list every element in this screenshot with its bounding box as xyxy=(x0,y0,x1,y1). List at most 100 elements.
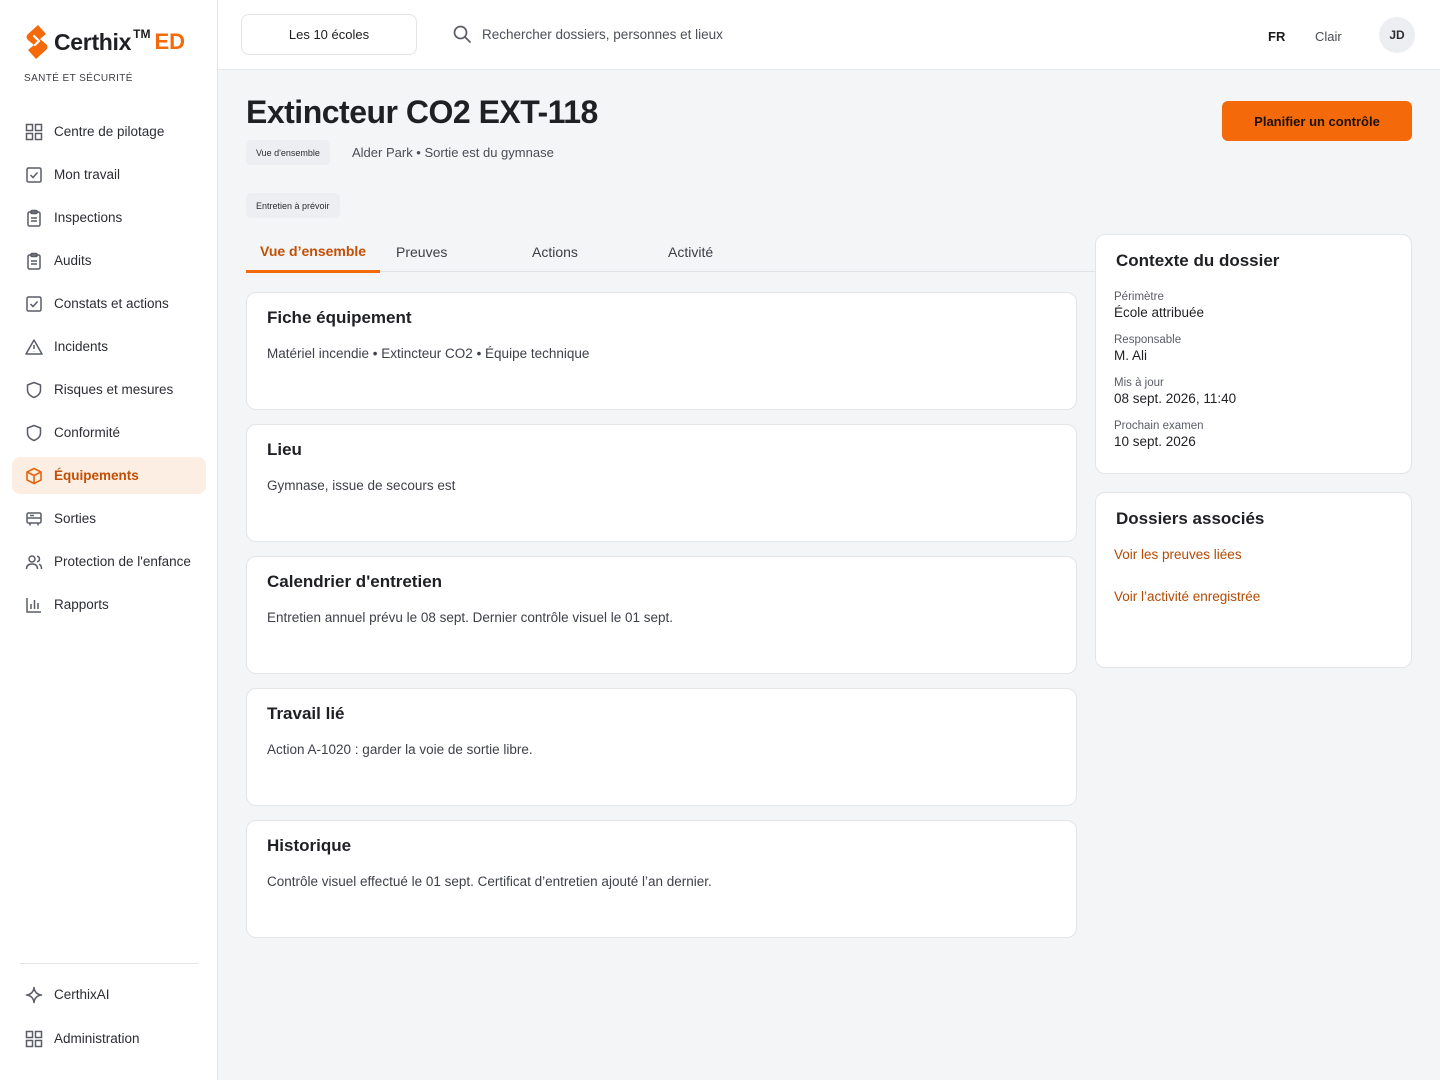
search-input[interactable] xyxy=(482,26,882,42)
avatar[interactable]: JD xyxy=(1379,17,1415,53)
field-value: M. Ali xyxy=(1114,348,1148,363)
tab-evidence[interactable]: Preuves xyxy=(396,232,447,272)
clipboard-icon xyxy=(24,208,44,228)
field-value: 10 sept. 2026 xyxy=(1114,434,1196,449)
view-recorded-activity-link[interactable]: Voir l’activité enregistrée xyxy=(1114,589,1260,604)
scope-selector-button[interactable]: Les 10 écoles xyxy=(241,14,417,55)
sidebar-item-label: Conformité xyxy=(54,425,121,440)
card-title: Lieu xyxy=(267,440,302,459)
field-value: 08 sept. 2026, 11:40 xyxy=(1114,391,1237,406)
box-icon xyxy=(24,466,44,486)
shield-icon xyxy=(24,423,44,443)
grid-icon xyxy=(24,1029,44,1049)
sidebar-item-label: CerthixAI xyxy=(54,987,110,1002)
view-linked-evidence-link[interactable]: Voir les preuves liées xyxy=(1114,547,1242,562)
sparkle-icon xyxy=(24,985,44,1005)
sidebar-item-sorties[interactable]: Sorties xyxy=(12,500,206,537)
tab-overview[interactable]: Vue d’ensemble xyxy=(246,232,381,273)
sidebar-item-label: Rapports xyxy=(54,597,109,612)
card-title: Calendrier d'entretien xyxy=(267,572,443,591)
tab-actions[interactable]: Actions xyxy=(532,232,578,272)
field-value: École attribuée xyxy=(1114,305,1205,320)
overview-chip: Vue d'ensemble xyxy=(246,140,330,165)
sidebar-item-mon-travail[interactable]: Mon travail xyxy=(12,156,206,193)
panel-title: Contexte du dossier xyxy=(1116,251,1280,270)
sidebar-item-incidents[interactable]: Incidents xyxy=(12,328,206,365)
field-label: Prochain examen xyxy=(1114,420,1204,432)
sidebar-item-label: Constats et actions xyxy=(54,296,169,311)
sidebar-item-equipements[interactable]: Équipements xyxy=(12,457,206,494)
field-label: Périmètre xyxy=(1114,291,1164,303)
sidebar-item-constats-et-actions[interactable]: Constats et actions xyxy=(12,285,206,322)
grid-icon xyxy=(24,122,44,142)
linked-work-card: Travail lié Action A-1020 : garder la vo… xyxy=(246,688,1077,806)
search-bar xyxy=(452,24,882,44)
sidebar-item-conformite[interactable]: Conformité xyxy=(12,414,206,451)
topbar: Les 10 écoles FR Clair JD xyxy=(218,0,1440,70)
theme-toggle[interactable]: Clair xyxy=(1315,29,1342,44)
tab-bar: Vue d’ensemble Preuves Actions Activité xyxy=(246,232,1095,273)
checkbox-icon xyxy=(24,165,44,185)
clipboard-icon xyxy=(24,251,44,271)
sidebar-divider xyxy=(20,963,198,964)
card-title: Fiche équipement xyxy=(267,308,412,327)
card-body: Contrôle visuel effectué le 01 sept. Cer… xyxy=(267,874,712,889)
card-body: Entretien annuel prévu le 08 sept. Derni… xyxy=(267,610,673,625)
panel-title: Dossiers associés xyxy=(1116,509,1265,528)
card-body: Action A-1020 : garder la voie de sortie… xyxy=(267,742,533,757)
sidebar-item-label: Audits xyxy=(54,253,92,268)
schedule-check-button[interactable]: Planifier un contrôle xyxy=(1222,101,1412,141)
card-body: Matériel incendie • Extincteur CO2 • Équ… xyxy=(267,346,590,361)
sidebar-item-certhixai[interactable]: CerthixAI xyxy=(12,976,206,1013)
people-icon xyxy=(24,552,44,572)
sidebar-item-label: Incidents xyxy=(54,339,109,354)
context-field-next-review: Prochain examen 10 sept. 2026 xyxy=(1114,420,1204,449)
card-title: Historique xyxy=(267,836,352,855)
maintenance-schedule-card: Calendrier d'entretien Entretien annuel … xyxy=(246,556,1077,674)
language-toggle[interactable]: FR xyxy=(1268,29,1285,44)
sidebar-item-centre-de-pilotage[interactable]: Centre de pilotage xyxy=(12,113,206,150)
equipment-sheet-card: Fiche équipement Matériel incendie • Ext… xyxy=(246,292,1077,410)
shield-icon xyxy=(24,380,44,400)
file-context-panel: Contexte du dossier Périmètre École attr… xyxy=(1095,234,1412,474)
field-label: Mis à jour xyxy=(1114,377,1164,389)
sidebar-item-label: Protection de l'enfance xyxy=(54,554,191,569)
status-badge: Entretien à prévoir xyxy=(246,193,340,218)
brand-logo[interactable]: Certhix TM ED xyxy=(24,24,185,60)
related-files-panel: Dossiers associés Voir les preuves liées… xyxy=(1095,492,1412,668)
tab-activity[interactable]: Activité xyxy=(668,232,713,272)
bus-icon xyxy=(24,509,44,529)
sidebar-item-rapports[interactable]: Rapports xyxy=(12,586,206,623)
sidebar-item-label: Équipements xyxy=(54,468,139,483)
sidebar-item-protection-enfance[interactable]: Protection de l'enfance xyxy=(12,543,206,580)
certhix-logo-icon xyxy=(26,25,48,59)
card-title: Travail lié xyxy=(267,704,345,723)
location-breadcrumb: Alder Park • Sortie est du gymnase xyxy=(352,145,554,160)
field-label: Responsable xyxy=(1114,334,1182,346)
sidebar-item-label: Centre de pilotage xyxy=(54,124,165,139)
sidebar: Certhix TM ED SANTÉ ET SÉCURITÉ Centre d… xyxy=(0,0,218,1080)
warning-icon xyxy=(24,337,44,357)
checkbox-icon xyxy=(24,294,44,314)
location-card: Lieu Gymnase, issue de secours est xyxy=(246,424,1077,542)
brand-name: Certhix xyxy=(54,28,132,55)
search-icon[interactable] xyxy=(452,24,472,44)
context-field-owner: Responsable M. Ali xyxy=(1114,334,1181,363)
sidebar-item-label: Sorties xyxy=(54,511,97,526)
brand-suffix: ED xyxy=(154,29,186,54)
sidebar-item-label: Inspections xyxy=(54,210,123,225)
sidebar-item-audits[interactable]: Audits xyxy=(12,242,206,279)
sidebar-nav: Centre de pilotage Mon travail Inspectio… xyxy=(12,113,206,629)
context-field-updated: Mis à jour 08 sept. 2026, 11:40 xyxy=(1114,377,1236,406)
card-body: Gymnase, issue de secours est xyxy=(267,478,456,493)
sidebar-item-risques-et-mesures[interactable]: Risques et mesures xyxy=(12,371,206,408)
brand-trademark: TM xyxy=(133,27,151,41)
brand-subtitle: SANTÉ ET SÉCURITÉ xyxy=(24,73,133,84)
context-field-scope: Périmètre École attribuée xyxy=(1114,291,1204,320)
sidebar-item-label: Risques et mesures xyxy=(54,382,174,397)
sidebar-item-inspections[interactable]: Inspections xyxy=(12,199,206,236)
page-title: Extincteur CO2 EXT-118 xyxy=(246,94,598,130)
sidebar-bottom-nav: CerthixAI Administration xyxy=(12,976,206,1064)
sidebar-item-label: Mon travail xyxy=(54,167,121,182)
sidebar-item-administration[interactable]: Administration xyxy=(12,1020,206,1057)
